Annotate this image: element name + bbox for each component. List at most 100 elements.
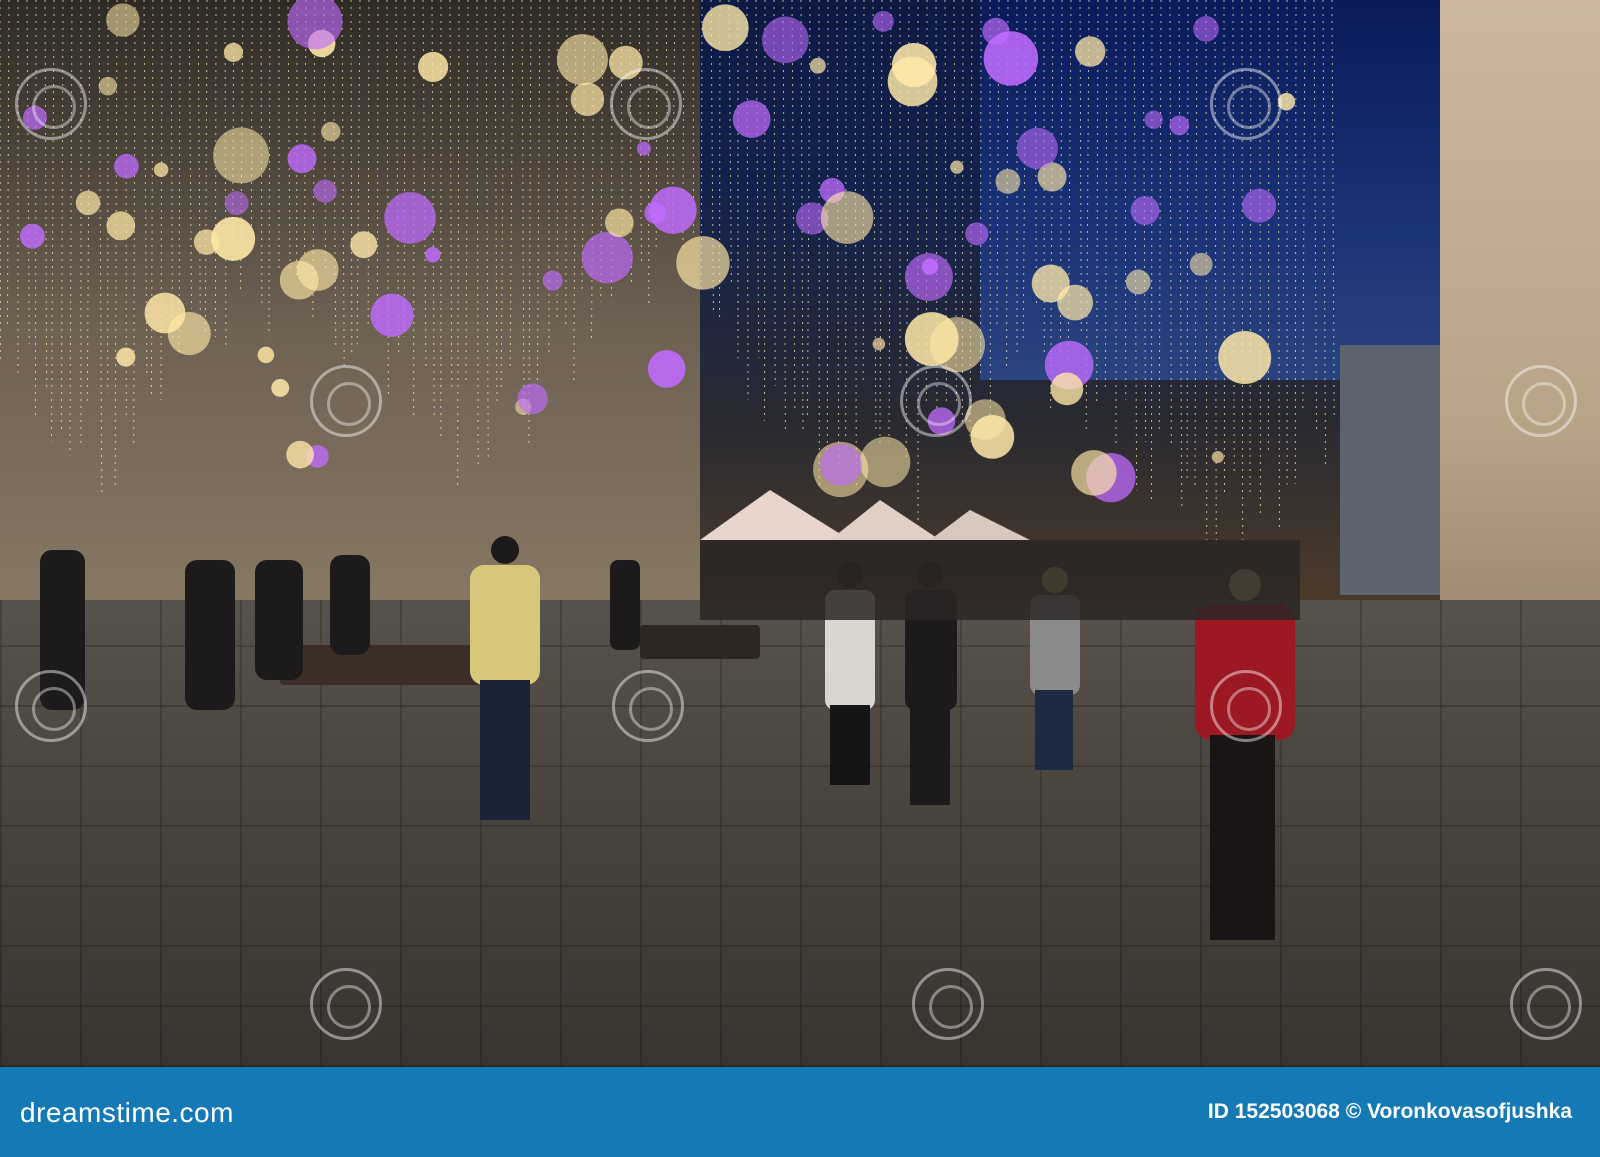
light-strand — [854, 0, 857, 486]
light-orb — [649, 186, 697, 234]
watermark-logo — [15, 68, 87, 140]
light-orb — [223, 42, 243, 62]
person-woman-red — [1195, 569, 1295, 940]
light-orb — [887, 56, 938, 107]
light-strand — [629, 0, 632, 284]
light-strand — [34, 0, 37, 416]
light-orb — [1130, 196, 1160, 225]
light-orb — [872, 10, 894, 32]
light-strand — [1169, 0, 1172, 445]
light-strand — [755, 0, 760, 358]
light-orb — [144, 292, 186, 334]
brand-logo[interactable]: dreamstime.com — [20, 1097, 234, 1129]
watermark-logo — [1510, 968, 1582, 1040]
street-photo — [0, 0, 1600, 1067]
light-strand — [341, 0, 345, 368]
light-orb — [950, 160, 964, 174]
light-strand — [204, 0, 208, 333]
light-orb — [313, 179, 337, 203]
light-orb — [321, 121, 341, 142]
light-strand — [50, 0, 55, 442]
light-strand — [356, 0, 361, 345]
light-orb — [1189, 252, 1213, 276]
person-man-striped — [470, 536, 540, 820]
light-orb — [19, 223, 45, 249]
light-strand — [367, 0, 370, 329]
light-orb — [350, 231, 378, 259]
light-strand — [872, 0, 877, 430]
crowd — [40, 536, 1300, 940]
light-strand — [1133, 0, 1138, 491]
bench-center — [640, 625, 760, 659]
light-orb — [271, 379, 290, 397]
light-strand — [197, 0, 201, 317]
watermark-logo — [310, 365, 382, 437]
light-strand — [528, 0, 532, 445]
people-left — [40, 550, 640, 710]
light-strand — [1302, 0, 1306, 410]
light-orb — [982, 17, 1010, 45]
light-strand — [457, 0, 460, 486]
light-orb — [762, 16, 809, 64]
light-strand — [763, 0, 766, 421]
watermark-logo — [1210, 68, 1282, 140]
watermark-logo — [15, 670, 87, 742]
light-strand — [476, 0, 479, 465]
light-orb — [257, 346, 275, 364]
light-strand — [1277, 0, 1280, 531]
light-orb — [116, 347, 136, 367]
light-strand — [536, 0, 541, 393]
crowd-background — [700, 540, 1300, 620]
light-strand — [332, 0, 337, 350]
bench-left — [280, 645, 480, 685]
light-strand — [376, 0, 379, 328]
light-orb — [1074, 36, 1106, 67]
light-strand — [69, 0, 73, 456]
light-orb — [581, 232, 633, 284]
light-strand — [879, 0, 883, 447]
light-orb — [820, 191, 874, 244]
light-strand — [500, 0, 505, 389]
light-strand — [214, 0, 217, 337]
light-orb — [114, 153, 139, 179]
light-strand — [6, 0, 10, 326]
light-orb — [1242, 188, 1277, 223]
light-strand — [494, 0, 498, 402]
light-orb — [1016, 127, 1058, 169]
light-orb — [995, 168, 1021, 194]
watermark-logo — [612, 670, 684, 742]
light-strand — [1178, 0, 1183, 509]
light-orb — [1125, 269, 1151, 295]
watermark-logo — [912, 968, 984, 1040]
light-orb — [517, 383, 549, 415]
watermark-logo — [310, 968, 382, 1040]
light-orb — [425, 247, 441, 263]
light-strand — [250, 0, 253, 236]
light-strand — [1294, 0, 1297, 484]
watermark-logo — [610, 68, 682, 140]
light-strand — [60, 0, 64, 430]
light-strand — [521, 0, 525, 418]
light-orb — [370, 293, 414, 337]
festive-lights-canopy — [0, 0, 1335, 541]
light-orb — [929, 317, 986, 373]
light-orb — [286, 440, 314, 469]
light-strand — [1267, 0, 1270, 455]
light-orb — [1031, 264, 1070, 303]
light-strand — [98, 0, 103, 493]
light-orb — [287, 144, 317, 174]
image-credit: ID 152503068 © Voronkovasofjushka — [1207, 1100, 1572, 1123]
light-orb — [75, 190, 101, 216]
light-strand — [1331, 0, 1335, 418]
light-strand — [160, 0, 163, 400]
light-orb — [676, 236, 730, 290]
light-strand — [1194, 0, 1198, 490]
light-strand — [888, 0, 892, 442]
light-orb — [556, 34, 608, 86]
light-orb — [296, 249, 339, 291]
light-strand — [1186, 0, 1189, 479]
light-orb — [384, 192, 436, 244]
light-orb — [605, 208, 634, 238]
light-orb — [106, 211, 136, 241]
light-strand — [150, 0, 154, 399]
